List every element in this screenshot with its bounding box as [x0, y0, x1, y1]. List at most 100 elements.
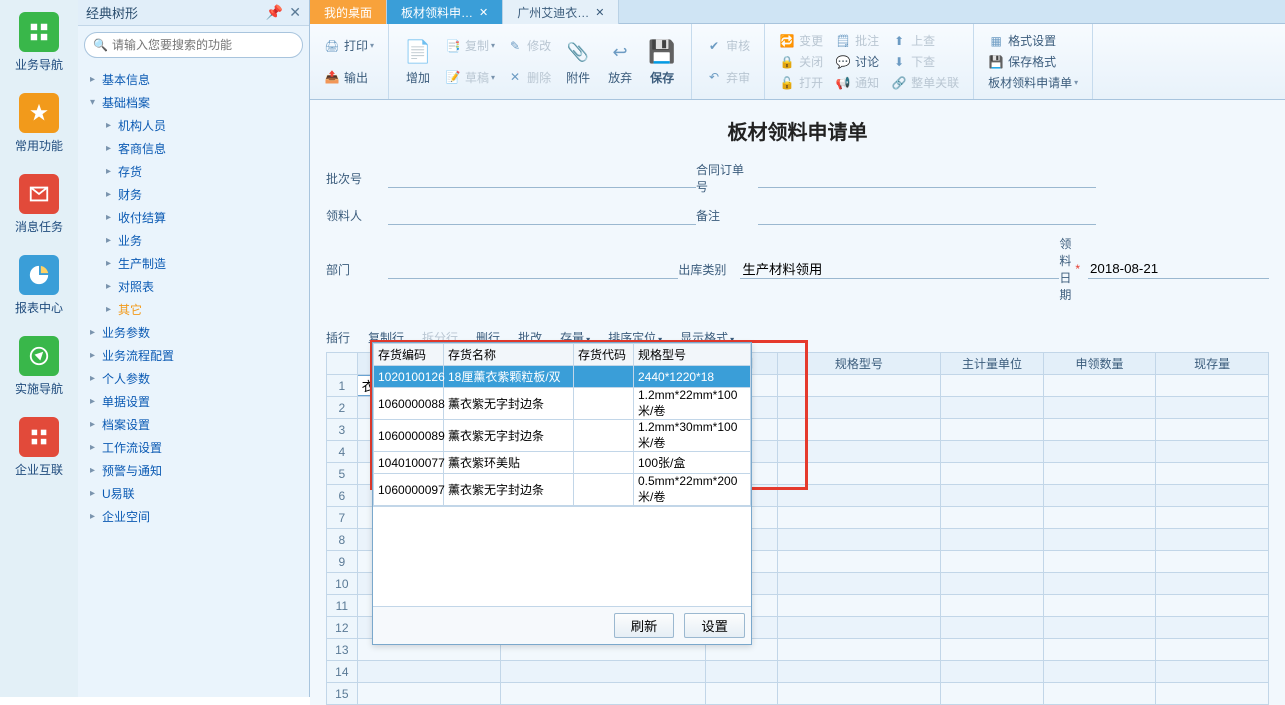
abandon-button[interactable]: ↶弃审	[702, 67, 754, 88]
approve-button[interactable]: 🗒批注	[831, 30, 883, 51]
tree-node[interactable]: ▸档案设置	[78, 413, 309, 436]
setting-button[interactable]: 设置	[684, 613, 745, 638]
tree-node[interactable]: ▸收付结算	[78, 206, 309, 229]
copy-button[interactable]: 📑复制▾	[441, 35, 499, 56]
popup-row[interactable]: 1060000089薰衣紫无字封边条1.2mm*30mm*100米/卷	[374, 420, 751, 452]
add-icon: 📄	[403, 37, 433, 67]
insert-row-button[interactable]: 插行	[326, 329, 350, 346]
grid-header[interactable]: 现存量	[1156, 353, 1269, 375]
tree-node[interactable]: ▸业务参数	[78, 321, 309, 344]
icon-sidebar: 业务导航常用功能消息任务报表中心实施导航企业互联	[0, 0, 78, 697]
link-icon: 🔗	[891, 75, 907, 91]
change-button[interactable]: 🔁变更	[775, 30, 827, 51]
date-input[interactable]	[1088, 259, 1269, 279]
receiver-input[interactable]	[388, 205, 696, 225]
required-mark: *	[1075, 262, 1080, 276]
close-icon[interactable]: ✕	[289, 4, 301, 21]
tree-search[interactable]: 🔍	[84, 32, 303, 58]
popup-header[interactable]: 存货代码	[574, 344, 634, 366]
unlock-icon: 🔓	[779, 75, 795, 91]
save-icon: 💾	[647, 37, 677, 67]
popup-footer: 刷新 设置	[373, 606, 751, 644]
tab-bar: 我的桌面板材领料申…✕广州艾迪衣…✕	[310, 0, 1285, 24]
tree-node[interactable]: ▸基本信息	[78, 68, 309, 91]
table-row[interactable]: 15	[327, 683, 1269, 705]
sidebar-pie[interactable]: 报表中心	[0, 243, 78, 324]
tab[interactable]: 广州艾迪衣…✕	[503, 0, 619, 24]
tree-node[interactable]: ▸单据设置	[78, 390, 309, 413]
discuss-button[interactable]: 💬讨论	[831, 51, 883, 72]
tab-close-icon[interactable]: ✕	[595, 6, 604, 19]
output-button[interactable]: 📤输出	[320, 67, 378, 88]
popup-header[interactable]: 存货编码	[374, 344, 444, 366]
tree-node[interactable]: ▸生产制造	[78, 252, 309, 275]
tree-node[interactable]: ▸对照表	[78, 275, 309, 298]
notify-button[interactable]: 📢通知	[831, 72, 883, 93]
popup-table[interactable]: 存货编码存货名称存货代码规格型号 102010012618厘薰衣紫颗粒板/双24…	[373, 343, 751, 506]
search-input[interactable]	[112, 38, 294, 52]
print-icon: 🖨	[324, 38, 340, 54]
tree-node[interactable]: ▸机构人员	[78, 114, 309, 137]
popup-header[interactable]: 规格型号	[634, 344, 751, 366]
grid-header[interactable]: 主计量单位	[941, 353, 1043, 375]
popup-header[interactable]: 存货名称	[444, 344, 574, 366]
tab[interactable]: 板材领料申…✕	[387, 0, 503, 24]
popup-row[interactable]: 102010012618厘薰衣紫颗粒板/双2440*1220*18	[374, 366, 751, 388]
doctype-select[interactable]: 板材领料申请单▾	[984, 72, 1082, 93]
refresh-button[interactable]: 刷新	[614, 613, 675, 638]
tree-panel: 经典树形 📌 ✕ 🔍 ▸基本信息▾基础档案▸机构人员▸客商信息▸存货▸财务▸收付…	[78, 0, 310, 697]
output-icon: 📤	[324, 69, 340, 85]
batch-input[interactable]	[388, 168, 696, 188]
saveformat-button[interactable]: 💾保存格式	[984, 51, 1082, 72]
tab-close-icon[interactable]: ✕	[479, 6, 488, 19]
sidebar-grid[interactable]: 业务导航	[0, 0, 78, 81]
grid-header[interactable]: 规格型号	[777, 353, 941, 375]
audit-button[interactable]: ✔审核	[702, 35, 754, 56]
tree-node[interactable]: ▾基础档案	[78, 91, 309, 114]
sidebar-compass[interactable]: 实施导航	[0, 324, 78, 405]
outtype-input[interactable]	[740, 259, 1059, 279]
add-button[interactable]: 📄增加	[397, 28, 439, 95]
modify-button[interactable]: ✎修改	[503, 35, 555, 56]
tree-node[interactable]: ▸工作流设置	[78, 436, 309, 459]
attach-button[interactable]: 📎附件	[557, 28, 599, 95]
tree-node[interactable]: ▸U易联	[78, 482, 309, 505]
sidebar-star[interactable]: 常用功能	[0, 81, 78, 162]
tree-node[interactable]: ▸企业空间	[78, 505, 309, 528]
close-doc-button[interactable]: 🔒关闭	[775, 51, 827, 72]
popup-row[interactable]: 1060000097薰衣紫无字封边条0.5mm*22mm*200米/卷	[374, 474, 751, 506]
tree-node[interactable]: ▸个人参数	[78, 367, 309, 390]
release-button[interactable]: ↩放弃	[599, 28, 641, 95]
contract-input[interactable]	[758, 168, 1096, 188]
contract-label: 合同订单号	[696, 161, 754, 195]
tree-node[interactable]: ▸业务	[78, 229, 309, 252]
pin-icon[interactable]: 📌	[266, 4, 283, 21]
release-icon: ↩	[605, 37, 635, 67]
tree-node[interactable]: ▸预警与通知	[78, 459, 309, 482]
tab[interactable]: 我的桌面	[310, 0, 387, 24]
save-button[interactable]: 💾保存	[641, 28, 683, 95]
popup-row[interactable]: 1060000088薰衣紫无字封边条1.2mm*22mm*100米/卷	[374, 388, 751, 420]
open-doc-button[interactable]: 🔓打开	[775, 72, 827, 93]
format-button[interactable]: ▦格式设置	[984, 30, 1082, 51]
bell-icon: 📢	[835, 75, 851, 91]
grid-header[interactable]: 申领数量	[1043, 353, 1156, 375]
table-row[interactable]: 14	[327, 661, 1269, 683]
sidebar-mail[interactable]: 消息任务	[0, 162, 78, 243]
tree-node[interactable]: ▸财务	[78, 183, 309, 206]
whole-button[interactable]: 🔗整单关联	[887, 72, 963, 93]
tree-node[interactable]: ▸业务流程配置	[78, 344, 309, 367]
dept-input[interactable]	[388, 259, 678, 279]
remark-input[interactable]	[758, 205, 1096, 225]
down-button[interactable]: ⬇下查	[887, 51, 963, 72]
sidebar-link[interactable]: 企业互联	[0, 405, 78, 486]
form-fields: 批次号 合同订单号 领料人 备注 部门 出库类别 领料日期*	[310, 155, 1285, 323]
tree-node[interactable]: ▸其它	[78, 298, 309, 321]
draft-button[interactable]: 📝草稿▾	[441, 67, 499, 88]
tree-node[interactable]: ▸存货	[78, 160, 309, 183]
popup-row[interactable]: 1040100077薰衣紫环美贴100张/盒	[374, 452, 751, 474]
print-button[interactable]: 🖨打印▾	[320, 35, 378, 56]
up-button[interactable]: ⬆上查	[887, 30, 963, 51]
delete-button[interactable]: ✕删除	[503, 67, 555, 88]
tree-node[interactable]: ▸客商信息	[78, 137, 309, 160]
